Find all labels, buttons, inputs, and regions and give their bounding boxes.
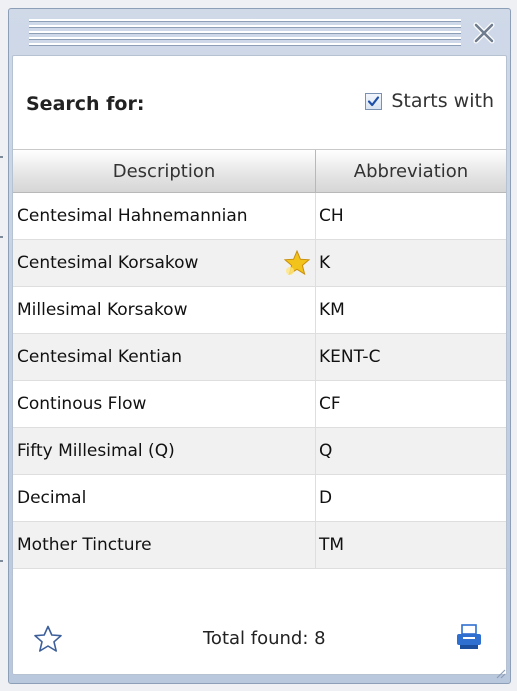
table-row[interactable]: Decimal D <box>13 475 506 522</box>
cell-abbreviation: KENT-C <box>319 347 381 367</box>
table-row[interactable]: Continous Flow CF <box>13 381 506 428</box>
cell-description: Mother Tincture <box>13 522 316 568</box>
cell-description-text: Centesimal Korsakow <box>17 253 199 273</box>
star-gold-icon[interactable] <box>283 249 311 277</box>
background-divider <box>0 560 3 562</box>
cell-abbreviation: CH <box>319 206 344 226</box>
cell-abbreviation: K <box>319 253 331 273</box>
starts-with-checkbox[interactable] <box>365 92 383 110</box>
background-divider <box>0 156 3 158</box>
table-row[interactable]: Centesimal Kentian KENT-C <box>13 334 506 381</box>
table-row[interactable]: Mother Tincture TM <box>13 522 506 569</box>
table-row[interactable]: Millesimal Korsakow KM <box>13 287 506 334</box>
table-row[interactable]: Fifty Millesimal (Q) Q <box>13 428 506 475</box>
title-bar[interactable] <box>9 9 510 53</box>
resize-grip-icon[interactable] <box>494 667 506 679</box>
cell-description: Centesimal Korsakow <box>13 240 316 286</box>
search-panel: Search for: Starts with Description Abbr… <box>12 55 507 675</box>
cell-description: Decimal <box>13 475 316 521</box>
cell-description: Continous Flow <box>13 381 316 427</box>
background-divider <box>0 236 3 238</box>
starts-with-option[interactable]: Starts with <box>365 90 494 112</box>
cell-description: Millesimal Korsakow <box>13 287 316 333</box>
total-found: Total found: 8 <box>203 628 326 649</box>
checkmark-icon <box>368 95 380 106</box>
cell-description: Fifty Millesimal (Q) <box>13 428 316 474</box>
cell-abbreviation: D <box>319 488 333 508</box>
drag-grip[interactable] <box>29 19 461 46</box>
cell-abbreviation: TM <box>319 535 345 555</box>
table-row[interactable]: Centesimal Korsakow K <box>13 240 506 287</box>
column-header-abbreviation[interactable]: Abbreviation <box>316 150 506 192</box>
cell-abbreviation: KM <box>319 300 345 320</box>
star-outline-icon[interactable] <box>33 624 63 654</box>
cell-description: Centesimal Hahnemannian <box>13 193 316 239</box>
close-icon[interactable] <box>472 21 496 45</box>
starts-with-label: Starts with <box>391 90 494 112</box>
search-label: Search for: <box>26 93 145 115</box>
results-table: Description Abbreviation Centesimal Hahn… <box>13 149 506 569</box>
cell-abbreviation: CF <box>319 394 341 414</box>
cell-abbreviation: Q <box>319 441 333 461</box>
column-header-description[interactable]: Description <box>13 150 316 192</box>
printer-icon[interactable] <box>454 622 484 652</box>
table-row[interactable]: Centesimal Hahnemannian CH <box>13 193 506 240</box>
cell-description: Centesimal Kentian <box>13 334 316 380</box>
search-popup-window: Search for: Starts with Description Abbr… <box>8 8 511 684</box>
footer: Total found: 8 <box>13 604 506 674</box>
table-header: Description Abbreviation <box>13 149 506 193</box>
